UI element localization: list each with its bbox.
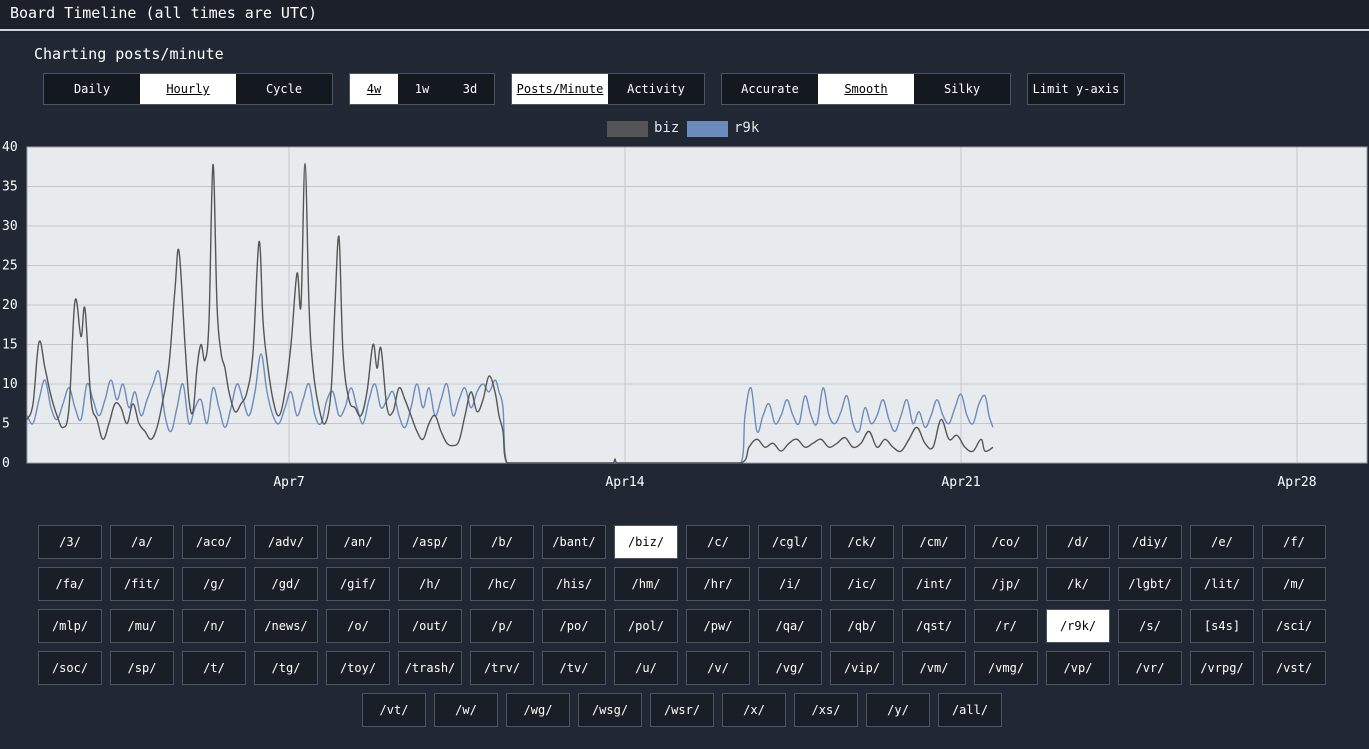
board-button-bant[interactable]: /bant/ xyxy=(542,525,606,559)
board-button-sci[interactable]: /sci/ xyxy=(1262,609,1326,643)
board-button-vrpg[interactable]: /vrpg/ xyxy=(1190,651,1254,685)
board-button-all[interactable]: /all/ xyxy=(938,693,1002,727)
x-tick-label: Apr28 xyxy=(1277,475,1316,490)
board-button-p[interactable]: /p/ xyxy=(470,609,534,643)
y-tick-label: 5 xyxy=(2,417,10,432)
board-button-po[interactable]: /po/ xyxy=(542,609,606,643)
board-button-u[interactable]: /u/ xyxy=(614,651,678,685)
board-button-co[interactable]: /co/ xyxy=(974,525,1038,559)
board-button-cm[interactable]: /cm/ xyxy=(902,525,966,559)
board-button-pol[interactable]: /pol/ xyxy=(614,609,678,643)
board-button-gd[interactable]: /gd/ xyxy=(254,567,318,601)
board-button-s[interactable]: /s/ xyxy=(1118,609,1182,643)
board-button-qb[interactable]: /qb/ xyxy=(830,609,894,643)
board-button-ic[interactable]: /ic/ xyxy=(830,567,894,601)
board-button-pw[interactable]: /pw/ xyxy=(686,609,750,643)
board-button-fa[interactable]: /fa/ xyxy=(38,567,102,601)
board-button-w[interactable]: /w/ xyxy=(434,693,498,727)
board-button-news[interactable]: /news/ xyxy=(254,609,318,643)
board-button-hr[interactable]: /hr/ xyxy=(686,567,750,601)
board-button-h[interactable]: /h/ xyxy=(398,567,462,601)
board-button-asp[interactable]: /asp/ xyxy=(398,525,462,559)
board-button-fit[interactable]: /fit/ xyxy=(110,567,174,601)
board-button-lgbt[interactable]: /lgbt/ xyxy=(1118,567,1182,601)
board-button-y[interactable]: /y/ xyxy=(866,693,930,727)
y-tick-label: 15 xyxy=(2,338,18,353)
board-button-cgl[interactable]: /cgl/ xyxy=(758,525,822,559)
board-button-xs[interactable]: /xs/ xyxy=(794,693,858,727)
board-button-wg[interactable]: /wg/ xyxy=(506,693,570,727)
y-tick-label: 25 xyxy=(2,259,18,274)
board-button-gif[interactable]: /gif/ xyxy=(326,567,390,601)
board-button-soc[interactable]: /soc/ xyxy=(38,651,102,685)
board-button-qst[interactable]: /qst/ xyxy=(902,609,966,643)
board-button-his[interactable]: /his/ xyxy=(542,567,606,601)
y-tick-label: 40 xyxy=(2,140,18,155)
board-button-aco[interactable]: /aco/ xyxy=(182,525,246,559)
board-button-b[interactable]: /b/ xyxy=(470,525,534,559)
board-button-qa[interactable]: /qa/ xyxy=(758,609,822,643)
board-button-o[interactable]: /o/ xyxy=(326,609,390,643)
board-button-tg[interactable]: /tg/ xyxy=(254,651,318,685)
board-button-trv[interactable]: /trv/ xyxy=(470,651,534,685)
board-button-adv[interactable]: /adv/ xyxy=(254,525,318,559)
board-button-toy[interactable]: /toy/ xyxy=(326,651,390,685)
board-button-i[interactable]: /i/ xyxy=(758,567,822,601)
board-button-int[interactable]: /int/ xyxy=(902,567,966,601)
board-button-x[interactable]: /x/ xyxy=(722,693,786,727)
board-button-vp[interactable]: /vp/ xyxy=(1046,651,1110,685)
y-tick-label: 30 xyxy=(2,219,18,234)
board-button-out[interactable]: /out/ xyxy=(398,609,462,643)
board-button-v[interactable]: /v/ xyxy=(686,651,750,685)
board-button-diy[interactable]: /diy/ xyxy=(1118,525,1182,559)
board-button-hm[interactable]: /hm/ xyxy=(614,567,678,601)
board-button-vmg[interactable]: /vmg/ xyxy=(974,651,1038,685)
board-button-r[interactable]: /r/ xyxy=(974,609,1038,643)
board-button-n[interactable]: /n/ xyxy=(182,609,246,643)
y-tick-label: 0 xyxy=(2,456,10,471)
board-button-biz[interactable]: /biz/ xyxy=(614,525,678,559)
x-tick-label: Apr7 xyxy=(273,475,304,490)
board-button-ck[interactable]: /ck/ xyxy=(830,525,894,559)
y-tick-label: 20 xyxy=(2,298,18,313)
board-button-d[interactable]: /d/ xyxy=(1046,525,1110,559)
board-button-vst[interactable]: /vst/ xyxy=(1262,651,1326,685)
board-button-trash[interactable]: /trash/ xyxy=(398,651,462,685)
board-button-vr[interactable]: /vr/ xyxy=(1118,651,1182,685)
board-button-k[interactable]: /k/ xyxy=(1046,567,1110,601)
board-button-3[interactable]: /3/ xyxy=(38,525,102,559)
board-button-hc[interactable]: /hc/ xyxy=(470,567,534,601)
board-button-vt[interactable]: /vt/ xyxy=(362,693,426,727)
board-button-t[interactable]: /t/ xyxy=(182,651,246,685)
board-button-jp[interactable]: /jp/ xyxy=(974,567,1038,601)
x-tick-label: Apr21 xyxy=(941,475,980,490)
board-button-g[interactable]: /g/ xyxy=(182,567,246,601)
board-button-vg[interactable]: /vg/ xyxy=(758,651,822,685)
y-tick-label: 10 xyxy=(2,377,18,392)
y-tick-label: 35 xyxy=(2,180,18,195)
board-button-vip[interactable]: /vip/ xyxy=(830,651,894,685)
board-button-wsg[interactable]: /wsg/ xyxy=(578,693,642,727)
board-button-vm[interactable]: /vm/ xyxy=(902,651,966,685)
board-button-wsr[interactable]: /wsr/ xyxy=(650,693,714,727)
x-tick-label: Apr14 xyxy=(605,475,644,490)
board-button-mlp[interactable]: /mlp/ xyxy=(38,609,102,643)
board-button-an[interactable]: /an/ xyxy=(326,525,390,559)
board-button-tv[interactable]: /tv/ xyxy=(542,651,606,685)
board-button-e[interactable]: /e/ xyxy=(1190,525,1254,559)
board-button-f[interactable]: /f/ xyxy=(1262,525,1326,559)
board-button-a[interactable]: /a/ xyxy=(110,525,174,559)
board-button-s4s[interactable]: [s4s] xyxy=(1190,609,1254,643)
board-button-mu[interactable]: /mu/ xyxy=(110,609,174,643)
board-button-sp[interactable]: /sp/ xyxy=(110,651,174,685)
board-button-r9k[interactable]: /r9k/ xyxy=(1046,609,1110,643)
board-button-lit[interactable]: /lit/ xyxy=(1190,567,1254,601)
board-button-m[interactable]: /m/ xyxy=(1262,567,1326,601)
board-button-c[interactable]: /c/ xyxy=(686,525,750,559)
line-chart: 0 5 10 15 20 25 30 35 40 Apr7 Apr14 Apr21 Apr28 xyxy=(2,140,1368,490)
